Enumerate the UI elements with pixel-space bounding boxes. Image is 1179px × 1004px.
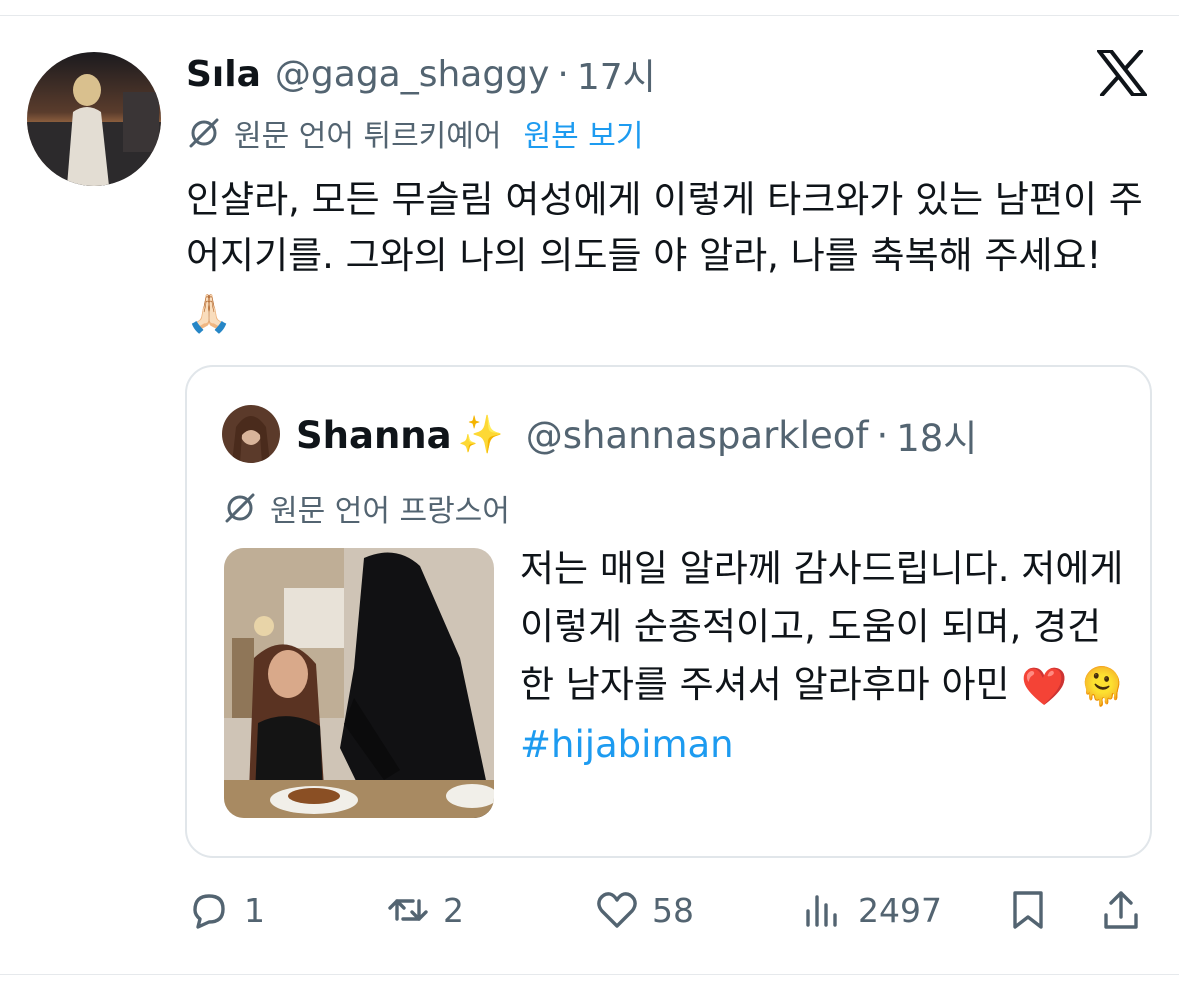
- quote-translation-label: 원문 언어 프랑스어: [270, 494, 510, 529]
- bookmark-icon: [1013, 891, 1043, 929]
- translation-notice: 원문 언어 튀르키예어 원본 보기: [186, 110, 643, 156]
- like-icon: [597, 892, 637, 928]
- like-count: 58: [652, 890, 694, 930]
- reply-icon: [193, 894, 225, 929]
- translation-label: 원문 언어 튀르키예어: [234, 119, 502, 154]
- share-icon: [1104, 891, 1138, 929]
- melting-face-emoji: 🫠: [1079, 664, 1126, 708]
- translate-off-icon: [189, 118, 219, 148]
- retweet-count: 2: [443, 890, 464, 930]
- red-heart-emoji: ❤️: [1021, 664, 1068, 708]
- hashtag-link[interactable]: #hijabiman: [520, 723, 734, 766]
- separator-dot: ·: [557, 53, 569, 95]
- quote-media-image[interactable]: [224, 548, 494, 818]
- share-button[interactable]: [1098, 880, 1144, 940]
- quote-separator-dot: ·: [876, 413, 889, 457]
- reply-count: 1: [244, 890, 265, 930]
- bottom-divider: [0, 974, 1179, 975]
- quote-author-avatar[interactable]: [222, 405, 280, 463]
- sparkles-emoji: ✨: [457, 413, 504, 456]
- quote-author-handle[interactable]: @shannasparkleof: [526, 414, 869, 457]
- author-avatar[interactable]: [27, 52, 161, 186]
- tweet-actions: 1 2 58 2497: [0, 880, 1179, 940]
- like-button[interactable]: 58: [594, 880, 694, 940]
- show-original-link[interactable]: 원본 보기: [523, 111, 643, 155]
- retweet-icon: [388, 899, 428, 921]
- tweet-time[interactable]: 17시: [577, 48, 656, 100]
- top-divider: [0, 15, 1179, 16]
- tweet-header: Sıla @gaga_shaggy · 17시: [186, 48, 656, 100]
- tweet-text-content: 인샬라, 모든 무슬림 여성에게 이렇게 타크와가 있는 남편이 주어지기를. …: [186, 178, 1143, 277]
- views-icon: [806, 895, 837, 927]
- reply-button[interactable]: 1: [186, 880, 265, 940]
- author-handle[interactable]: @gaga_shaggy: [275, 54, 549, 95]
- bookmark-button[interactable]: [1005, 880, 1051, 940]
- quote-text: 저는 매일 알라께 감사드립니다. 저에게 이렇게 순종적이고, 도움이 되며,…: [520, 540, 1130, 774]
- author-name[interactable]: Sıla: [186, 54, 261, 95]
- quote-header: Shanna ✨ @shannasparkleof · 18시: [296, 408, 977, 462]
- tweet-text: 인샬라, 모든 무슬림 여성에게 이렇게 타크와가 있는 남편이 주어지기를. …: [186, 172, 1146, 342]
- view-count: 2497: [858, 890, 942, 930]
- views-button[interactable]: 2497: [800, 880, 942, 940]
- translate-off-icon: [225, 493, 255, 523]
- x-logo-icon[interactable]: [1097, 49, 1147, 97]
- retweet-button[interactable]: 2: [385, 880, 464, 940]
- folded-hands-emoji: 🙏🏻: [186, 291, 233, 335]
- quote-time[interactable]: 18시: [896, 408, 977, 462]
- quote-author-name[interactable]: Shanna: [296, 414, 452, 457]
- quote-translation-notice: 원문 언어 프랑스어: [222, 486, 510, 530]
